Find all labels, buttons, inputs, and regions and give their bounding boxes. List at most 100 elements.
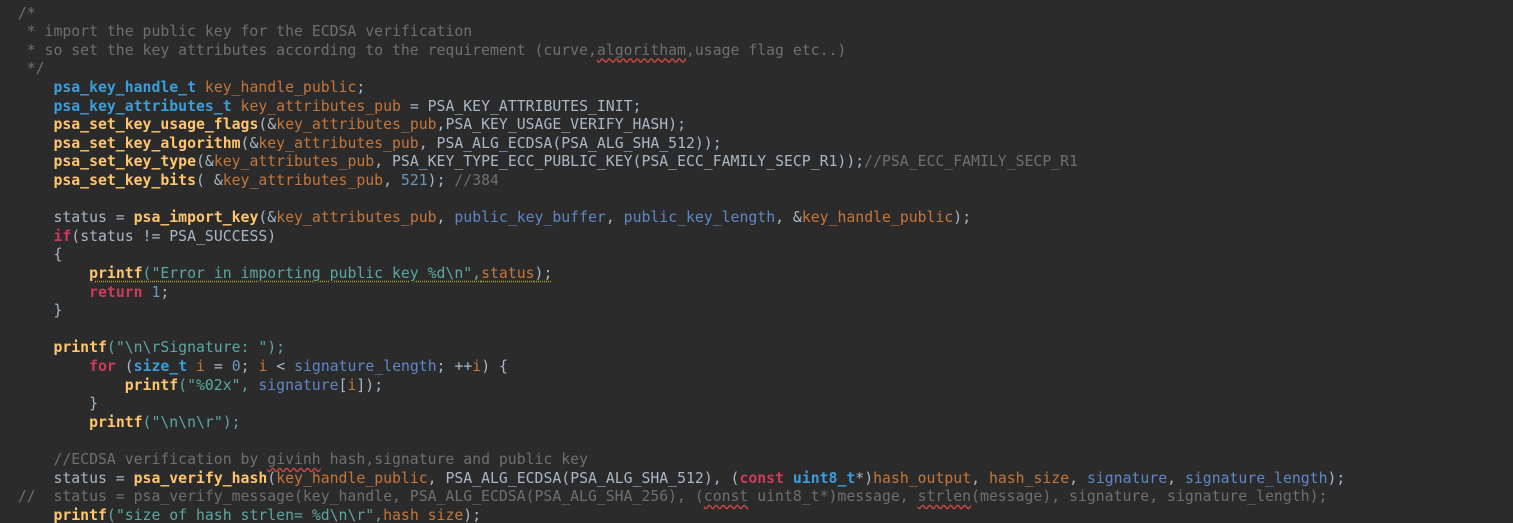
code-token: signature_length [1184, 469, 1328, 487]
code-line: printf("size of hash strlen= %d\n\r",has… [0, 507, 481, 523]
code-token: signature [258, 376, 339, 394]
code-token: ); [953, 209, 972, 227]
code-token: /* [0, 4, 36, 22]
code-line: { [0, 246, 62, 265]
code-token: } [0, 395, 98, 413]
code-token: // status = psa_verify_message(key_handl… [0, 488, 704, 506]
code-token: , [1069, 469, 1087, 487]
code-line: psa_set_key_usage_flags(&key_attributes_… [0, 116, 686, 135]
code-token: public_key_buffer [454, 209, 606, 227]
code-token: , [1167, 469, 1185, 487]
code-token: } [0, 302, 63, 320]
code-token: , PSA_KEY_TYPE_ECC_PUBLIC_KEY(PSA_ECC_FA… [374, 153, 865, 171]
code-line: for (size_t i = 0; i < signature_length;… [0, 358, 508, 377]
code-token: , & [775, 209, 802, 227]
code-line: * import the public key for the ECDSA ve… [0, 23, 472, 42]
code-token: key_attributes_pub [276, 116, 437, 134]
code-token: = [204, 357, 232, 375]
code-token: //PSA_ECC_FAMILY_SECP_R1 [864, 153, 1078, 171]
code-token: */ [0, 60, 45, 78]
code-line: * so set the key attributes according to… [0, 42, 847, 61]
code-token: signature [1086, 469, 1168, 487]
code-token: const [703, 488, 749, 506]
code-token: , [383, 171, 401, 189]
code-token: public_key_length [623, 209, 776, 227]
code-token: psa_import_key [133, 209, 259, 227]
code-token: ; [356, 78, 366, 96]
code-token: ); [427, 171, 455, 189]
code-token: ) { [481, 357, 508, 375]
code-token: (status != PSA_SUCCESS) [71, 227, 277, 245]
code-token: , PSA_ALG_ECDSA(PSA_ALG_SHA_512), ( [427, 469, 740, 487]
code-token: if [53, 227, 72, 245]
code-line: status = psa_verify_hash(key_handle_publ… [0, 470, 1345, 489]
code-token: i [196, 357, 205, 375]
code-token: for [89, 357, 116, 375]
code-line: return 1; [0, 284, 169, 303]
code-token: ("\n\rSignature: "); [106, 339, 286, 357]
code-token: psa_key_attributes_t [53, 97, 232, 115]
code-line: status = psa_import_key(&key_attributes_… [0, 209, 971, 228]
code-token: hash_size [988, 469, 1070, 487]
code-token: uint8_t [792, 469, 856, 487]
code-token: hash,signature and public key [320, 450, 588, 468]
code-line: psa_key_attributes_t key_attributes_pub … [0, 98, 641, 117]
code-token: psa_set_key_algorithm [53, 134, 241, 152]
code-token: uint8_t*)message, [748, 488, 918, 506]
code-token: printf [89, 413, 143, 431]
code-token: printf [53, 339, 107, 357]
code-token: size_t [133, 357, 188, 375]
code-token: printf [89, 264, 143, 282]
code-token: ,PSA_KEY_USAGE_VERIFY_HASH); [436, 116, 686, 134]
code-token: psa_key_handle_t [53, 78, 196, 96]
code-line: psa_set_key_algorithm(&key_attributes_pu… [0, 134, 722, 154]
code-token: , [971, 469, 989, 487]
code-line: //ECDSA verification by givinh hash,sign… [0, 451, 588, 470]
code-token: printf [124, 376, 179, 394]
code-token: key_attributes_pub [222, 171, 384, 189]
code-token: return [89, 283, 143, 301]
code-token: psa_verify_hash [133, 469, 268, 487]
code-line: if(status != PSA_SUCCESS) [0, 228, 276, 247]
code-token: ( [267, 469, 277, 487]
code-token: status = [0, 469, 134, 487]
code-token: psa_set_key_bits [53, 171, 196, 189]
code-token: //ECDSA verification by [0, 450, 268, 468]
code-line: // status = psa_verify_message(key_handl… [0, 488, 1328, 507]
code-line: printf("\n\n\r"); [0, 413, 240, 433]
code-token: hash_size [383, 506, 464, 523]
code-token: ; [160, 283, 170, 301]
code-line: printf("Error in importing public key %d… [0, 265, 552, 284]
code-token: status [481, 264, 535, 282]
code-line: } [0, 302, 62, 321]
code-token: ); [534, 264, 553, 282]
code-token: key_handle_public [801, 209, 954, 227]
code-token: key_attributes_pub [240, 97, 401, 115]
code-line: psa_set_key_type(&key_attributes_pub, PS… [0, 153, 1078, 172]
code-token: (& [196, 153, 214, 171]
code-token: (& [240, 134, 259, 152]
code-token: (& [258, 116, 277, 134]
code-line: psa_key_handle_t key_handle_public; [0, 79, 365, 98]
code-token: , PSA_ALG_ECDSA(PSA_ALG_SHA_512)); [418, 134, 722, 152]
code-line: } [0, 395, 98, 414]
code-token: 521 [400, 171, 428, 189]
code-token: ("size of hash [106, 506, 241, 523]
code-token: * import the public key for the ECDSA ve… [0, 23, 473, 41]
code-line: */ [0, 60, 45, 79]
code-editor[interactable]: /* * import the public key for the ECDSA… [0, 0, 1513, 523]
code-token: *) [855, 469, 874, 487]
